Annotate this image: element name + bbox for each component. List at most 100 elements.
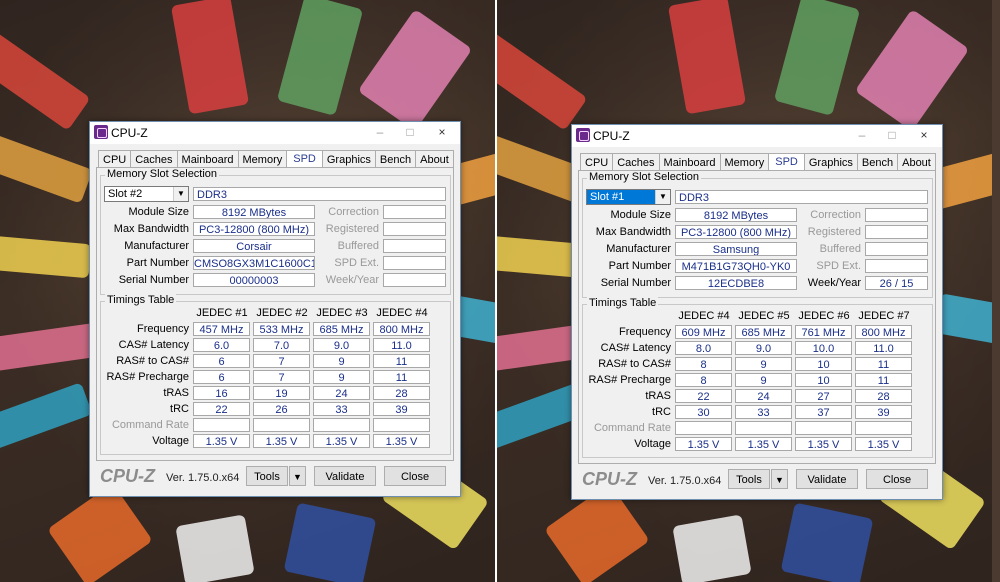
timing-row-label: tRC xyxy=(652,406,671,418)
timing-cell: 8 xyxy=(675,373,732,387)
close-button[interactable]: Close xyxy=(866,469,928,489)
timing-cell: 533 MHz xyxy=(253,322,310,336)
timing-row-label: RAS# to CAS# xyxy=(116,355,189,367)
buffered-label: Buffered xyxy=(819,243,861,255)
correction-label: Correction xyxy=(328,206,379,218)
tools-button[interactable]: Tools xyxy=(728,469,770,489)
buffered-label: Buffered xyxy=(337,240,379,252)
part-number-value: CMSO8GX3M1C1600C11 xyxy=(193,256,315,270)
chevron-down-icon[interactable]: ▼ xyxy=(173,187,188,201)
timing-cell xyxy=(373,418,430,432)
timing-column-header: JEDEC #2 xyxy=(256,307,308,319)
timing-column-header: JEDEC #4 xyxy=(678,310,730,322)
timing-cell: 24 xyxy=(313,386,370,400)
max-bandwidth-value: PC3-12800 (800 MHz) xyxy=(193,222,315,236)
timing-cell: 9.0 xyxy=(313,338,370,352)
spd-ext-label: SPD Ext. xyxy=(816,260,861,272)
serial-number-label: Serial Number xyxy=(600,277,671,289)
part-number-label: Part Number xyxy=(126,257,189,269)
timing-cell: 39 xyxy=(855,405,912,419)
tools-dropdown-arrow-icon[interactable]: ▼ xyxy=(289,466,306,486)
timing-cell xyxy=(795,421,852,435)
part-number-value: M471B1G73QH0-YK0 xyxy=(675,259,797,273)
timing-cell: 9 xyxy=(735,357,792,371)
timing-cell: 8.0 xyxy=(675,341,732,355)
timing-cell: 6 xyxy=(193,354,250,368)
timing-cell: 8 xyxy=(675,357,732,371)
timing-column-header: JEDEC #1 xyxy=(196,307,248,319)
footer-bar: CPU-Z Ver. 1.75.0.x64 Tools ▼ Validate C… xyxy=(578,467,936,493)
memory-slot-group: Memory Slot Selection Slot #1 ▼ DDR3 Mod… xyxy=(582,171,933,298)
timing-cell: 7 xyxy=(253,354,310,368)
timings-table-group: Timings Table JEDEC #1 JEDEC #2 JEDEC #3 JE… xyxy=(100,294,451,455)
timing-cell: 6 xyxy=(193,370,250,384)
timing-row-label: CAS# Latency xyxy=(118,339,189,351)
minimize-button[interactable]: – xyxy=(852,128,872,142)
tab-bar: CPU Caches Mainboard Memory SPD Graphics Bench… xyxy=(580,153,936,173)
serial-number-value: 12ECDBE8 xyxy=(675,276,797,290)
slot-select[interactable]: Slot #1 ▼ xyxy=(586,189,671,205)
cpuz-window-right: CPU-Z – □ × CPU Caches Mainboard Memory SPD G… xyxy=(571,124,943,500)
timing-cell: 9 xyxy=(313,370,370,384)
memory-type-value: DDR3 xyxy=(193,187,446,201)
timing-cell: 11 xyxy=(855,373,912,387)
memory-slot-group: Memory Slot Selection Slot #2 ▼ DDR3 Mod… xyxy=(100,168,451,295)
manufacturer-value: Corsair xyxy=(193,239,315,253)
timing-cell: 11 xyxy=(373,354,430,368)
module-size-value: 8192 MBytes xyxy=(193,205,315,219)
timing-cell xyxy=(193,418,250,432)
spd-ext-value xyxy=(383,256,446,270)
tools-button[interactable]: Tools xyxy=(246,466,288,486)
buffered-value xyxy=(383,239,446,253)
tools-dropdown-arrow-icon[interactable]: ▼ xyxy=(771,469,788,489)
timing-row-label: tRAS xyxy=(645,390,671,402)
module-size-label: Module Size xyxy=(610,209,671,221)
timing-row-label: Voltage xyxy=(634,438,671,450)
validate-button[interactable]: Validate xyxy=(314,466,376,486)
timing-cell: 22 xyxy=(675,389,732,403)
registered-value xyxy=(383,222,446,236)
title-bar[interactable]: CPU-Z – □ × xyxy=(572,125,942,147)
cpuz-window-left: CPU-Z – □ × CPU Caches Mainboard Memory SPD G… xyxy=(89,121,461,497)
serial-number-label: Serial Number xyxy=(118,274,189,286)
manufacturer-label: Manufacturer xyxy=(606,243,671,255)
timing-cell: 7.0 xyxy=(253,338,310,352)
close-window-button[interactable]: × xyxy=(914,128,934,142)
timing-cell: 761 MHz xyxy=(795,325,852,339)
window-title: CPU-Z xyxy=(593,129,630,143)
timing-cell xyxy=(675,421,732,435)
timing-cell xyxy=(735,421,792,435)
correction-value xyxy=(865,208,928,222)
memory-type-value: DDR3 xyxy=(675,190,928,204)
maximize-button[interactable]: □ xyxy=(882,128,902,142)
close-button[interactable]: Close xyxy=(384,466,446,486)
minimize-button[interactable]: – xyxy=(370,125,390,139)
timings-table-group: Timings Table JEDEC #4 JEDEC #5 JEDEC #6 JE… xyxy=(582,297,933,458)
maximize-button[interactable]: □ xyxy=(400,125,420,139)
timing-cell: 16 xyxy=(193,386,250,400)
timing-column-header: JEDEC #5 xyxy=(738,310,790,322)
close-window-button[interactable]: × xyxy=(432,125,452,139)
timing-cell: 28 xyxy=(373,386,430,400)
timing-column-header: JEDEC #3 xyxy=(316,307,368,319)
image-divider xyxy=(495,0,497,582)
timing-column-header: JEDEC #4 xyxy=(376,307,428,319)
week-year-value xyxy=(383,273,446,287)
timing-row-label: Command Rate xyxy=(111,419,189,431)
registered-label: Registered xyxy=(807,226,861,238)
timing-row-label: tRC xyxy=(170,403,189,415)
timing-cell: 33 xyxy=(735,405,792,419)
timing-cell: 1.35 V xyxy=(735,437,792,451)
timing-cell: 1.35 V xyxy=(253,434,310,448)
validate-button[interactable]: Validate xyxy=(796,469,858,489)
registered-label: Registered xyxy=(325,223,379,235)
timing-cell: 30 xyxy=(675,405,732,419)
slot-select-value: Slot #1 xyxy=(590,191,625,203)
max-bandwidth-label: Max Bandwidth xyxy=(113,223,189,235)
title-bar[interactable]: CPU-Z – □ × xyxy=(90,122,460,144)
timing-row-label: Voltage xyxy=(152,435,189,447)
chevron-down-icon[interactable]: ▼ xyxy=(655,190,670,204)
timing-cell: 9 xyxy=(313,354,370,368)
slot-select[interactable]: Slot #2 ▼ xyxy=(104,186,189,202)
timing-cell: 9 xyxy=(735,373,792,387)
